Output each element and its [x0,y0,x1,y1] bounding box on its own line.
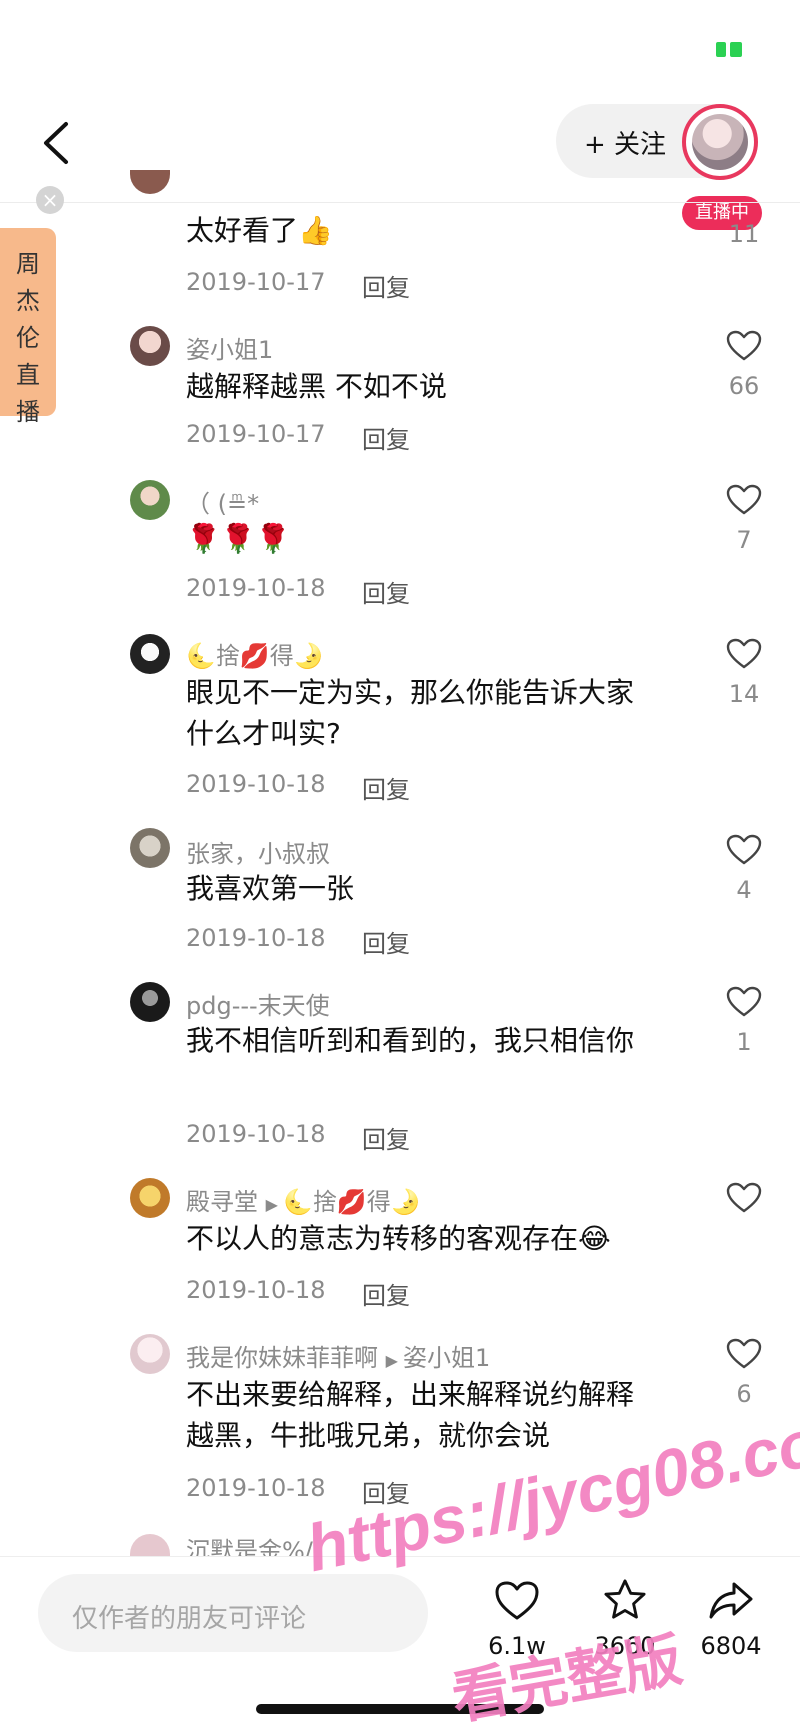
comment-date: 2019-10-18 [186,770,326,798]
comment-username[interactable]: 殿寻堂 [186,1188,258,1216]
back-icon[interactable] [38,118,74,168]
live-side-tab[interactable]: 周杰伦直播 [0,228,56,426]
reply-arrow-icon: ▶ [385,1351,404,1370]
reply-to-username[interactable]: 姿小姐1 [403,1344,490,1372]
live-side-tab-label: 周杰伦直播 [16,250,40,426]
heart-icon[interactable] [726,1338,762,1370]
reply-button[interactable]: 回复 [362,924,410,959]
heart-icon[interactable] [726,834,762,866]
comment-text: 不出来要给解释，出来解释说约解释越黑，牛批哦兄弟，就你会说 [186,1378,635,1452]
comment-text: 不以人的意志为转移的客观存在😂 [186,1222,611,1255]
comment-username[interactable]: pdg---末天使 [186,986,330,1021]
reply-to-username[interactable]: 🌜捨💋得🌛 [283,1188,421,1216]
watermark-slogan: 看完整版 [446,1625,688,1733]
like-count: 7 [736,526,752,554]
avatar[interactable] [130,1334,170,1374]
bottom-divider [0,1556,800,1557]
comment-text: 越解释越黑 不如不说 [186,370,447,403]
comment-text: 🌹🌹🌹 [186,522,291,555]
like-total: 6.1w [488,1632,546,1660]
close-icon[interactable]: × [36,186,64,214]
star-icon[interactable] [602,1578,648,1620]
comment-date: 2019-10-18 [186,1276,326,1304]
comment-date: 2019-10-17 [186,420,326,448]
comment-date: 2019-10-18 [186,1474,326,1502]
heart-icon[interactable] [726,1182,762,1214]
home-indicator[interactable] [256,1704,544,1714]
heart-icon[interactable] [494,1580,540,1622]
comment-username[interactable]: 沉默是金%/ [186,1534,313,1556]
reply-button[interactable]: 回复 [362,770,410,805]
avatar[interactable] [130,326,170,366]
comment-username[interactable]: 姿小姐1 [186,330,273,365]
reply-button[interactable]: 回复 [362,420,410,455]
avatar[interactable] [130,480,170,520]
favorite-total: 3660 [594,1632,656,1660]
comment-text: 我喜欢第一张 [186,872,355,905]
like-count: 1 [736,1028,752,1056]
header-divider [0,202,800,203]
reply-button[interactable]: 回复 [362,1120,410,1155]
like-count: 11 [728,220,760,248]
comment-text: 太好看了👍 [186,214,333,247]
reply-button[interactable]: 回复 [362,1474,410,1509]
heart-icon[interactable] [726,986,762,1018]
avatar[interactable] [130,634,170,674]
like-count: 66 [728,372,760,400]
comment-username[interactable]: 张家，小叔叔 [186,834,330,869]
reply-button[interactable]: 回复 [362,1276,410,1311]
comment-date: 2019-10-18 [186,574,326,602]
avatar[interactable] [130,170,170,194]
comment-input-placeholder: 仅作者的朋友可评论 [72,1604,307,1634]
author-avatar[interactable] [682,104,758,180]
comment-username[interactable]: 🌜捨💋得🌛 [186,636,324,671]
avatar[interactable] [130,982,170,1022]
heart-icon[interactable] [726,330,762,362]
comment-text: 我不相信听到和看到的，我只相信你 [186,1024,635,1057]
avatar[interactable] [130,1178,170,1218]
reply-arrow-icon: ▶ [265,1195,284,1214]
share-icon[interactable] [708,1580,754,1622]
avatar[interactable] [130,1534,170,1556]
reply-button[interactable]: 回复 [362,268,410,303]
share-total: 6804 [700,1632,762,1660]
comment-date: 2019-10-18 [186,924,326,952]
heart-icon[interactable] [726,484,762,516]
like-count: 4 [736,876,752,904]
like-count: 14 [728,680,760,708]
reply-button[interactable]: 回复 [362,574,410,609]
comment-username-row: 我是你妹妹菲菲啊 ▶ 姿小姐1 [186,1338,490,1373]
like-count: 6 [736,1380,752,1408]
comment-date: 2019-10-18 [186,1120,326,1148]
follow-button-label[interactable]: + 关注 [584,124,666,161]
comment-text: 眼见不一定为实，那么你能告诉大家什么才叫实? [186,676,635,750]
comment-username-row: 殿寻堂 ▶ 🌜捨💋得🌛 [186,1182,421,1217]
comment-date: 2019-10-17 [186,268,326,296]
heart-icon[interactable] [726,638,762,670]
comment-username[interactable]: 我是你妹妹菲菲啊 [186,1344,378,1372]
comment-username[interactable]: （ (≞* [186,484,259,519]
avatar[interactable] [130,828,170,868]
battery-icon [716,42,744,57]
